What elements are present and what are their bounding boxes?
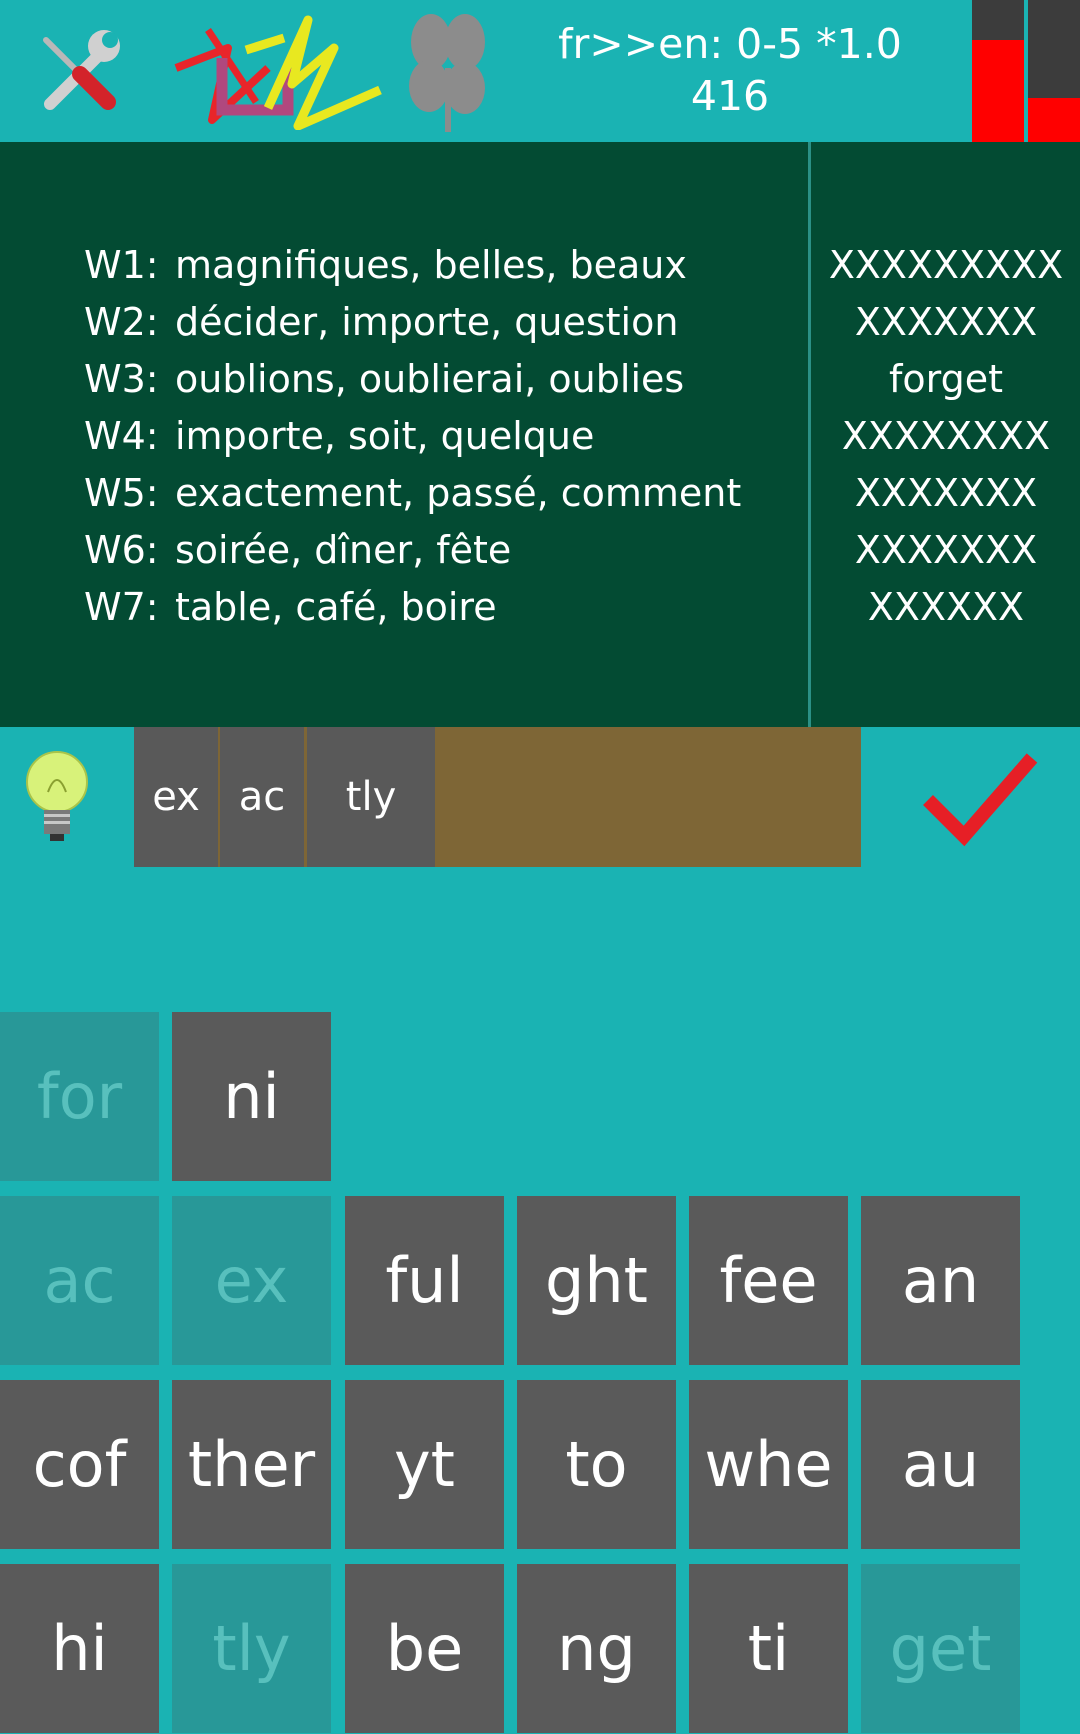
word-clues: soirée, dîner, fête: [175, 528, 512, 572]
key-whe[interactable]: whe: [689, 1380, 848, 1549]
word-label: W1:: [84, 243, 159, 287]
word-clues: magnifiques, belles, beaux: [175, 243, 687, 287]
score-value: 416: [690, 72, 770, 120]
key-to[interactable]: to: [517, 1380, 676, 1549]
word-label: W3:: [84, 357, 159, 401]
word-row: W7: table, café, boire: [84, 579, 804, 636]
answer-list: XXXXXXXXX XXXXXXX forget XXXXXXXX XXXXXXX XXX…: [812, 237, 1080, 636]
key-hi[interactable]: hi: [0, 1564, 159, 1733]
key-ng[interactable]: ng: [517, 1564, 676, 1733]
key-ac[interactable]: ac: [0, 1196, 159, 1365]
word-answer: XXXXXXXXX: [828, 243, 1064, 287]
word-row: W2: décider, importe, question: [84, 294, 804, 351]
word-clues: exactement, passé, comment: [175, 471, 742, 515]
answer-chip[interactable]: tly: [307, 727, 435, 867]
key-cof[interactable]: cof: [0, 1380, 159, 1549]
word-row: W5: exactement, passé, comment: [84, 465, 804, 522]
panel-divider: [808, 142, 811, 727]
key-an[interactable]: an: [861, 1196, 1020, 1365]
word-clues: importe, soit, quelque: [175, 414, 595, 458]
progress-meter: [972, 0, 1080, 142]
word-answer: forget: [889, 357, 1003, 401]
key-au[interactable]: au: [861, 1380, 1020, 1549]
word-answer: XXXXXXX: [854, 300, 1038, 344]
key-ti[interactable]: ti: [689, 1564, 848, 1733]
key-ther[interactable]: ther: [172, 1380, 331, 1549]
word-label: W2:: [84, 300, 159, 344]
answer-chip[interactable]: ex: [134, 727, 218, 867]
word-answer: XXXXXXX: [854, 471, 1038, 515]
word-label: W7:: [84, 585, 159, 629]
top-bar: fr>>en: 0-5 *1.0 416: [0, 0, 1080, 142]
key-ful[interactable]: ful: [345, 1196, 504, 1365]
key-fee[interactable]: fee: [689, 1196, 848, 1365]
word-row: W4: importe, soit, quelque: [84, 408, 804, 465]
word-answer: XXXXXXX: [854, 528, 1038, 572]
tools-icon[interactable]: [28, 22, 128, 122]
word-row: W6: soirée, dîner, fête: [84, 522, 804, 579]
lightbulb-icon[interactable]: [22, 748, 92, 843]
key-tly[interactable]: tly: [172, 1564, 331, 1733]
key-for[interactable]: for: [0, 1012, 159, 1181]
key-yt[interactable]: yt: [345, 1380, 504, 1549]
key-ni[interactable]: ni: [172, 1012, 331, 1181]
checkmark-icon[interactable]: [920, 748, 1040, 848]
key-get[interactable]: get: [861, 1564, 1020, 1733]
word-panel: W1: magnifiques, belles, beaux W2: décider,…: [0, 142, 1080, 727]
clover-icon[interactable]: [405, 8, 490, 136]
word-clues: oublions, oublierai, oublies: [175, 357, 685, 401]
word-row: W1: magnifiques, belles, beaux: [84, 237, 804, 294]
word-list: W1: magnifiques, belles, beaux W2: décider,…: [84, 237, 804, 636]
score-display: fr>>en: 0-5 *1.0 416: [520, 18, 940, 122]
word-row: W3: oublions, oublierai, oublies: [84, 351, 804, 408]
word-clues: table, café, boire: [175, 585, 497, 629]
word-label: W5:: [84, 471, 159, 515]
word-label: W4:: [84, 414, 159, 458]
app-logo: [174, 15, 382, 130]
key-be[interactable]: be: [345, 1564, 504, 1733]
word-answer: XXXXXXXX: [841, 414, 1051, 458]
answer-chip[interactable]: ac: [220, 727, 304, 867]
key-ex[interactable]: ex: [172, 1196, 331, 1365]
word-answer: XXXXXX: [867, 585, 1025, 629]
mode-label: fr>>en: 0-5 *1.0: [558, 20, 902, 68]
word-clues: décider, importe, question: [175, 300, 679, 344]
key-ght[interactable]: ght: [517, 1196, 676, 1365]
word-label: W6:: [84, 528, 159, 572]
